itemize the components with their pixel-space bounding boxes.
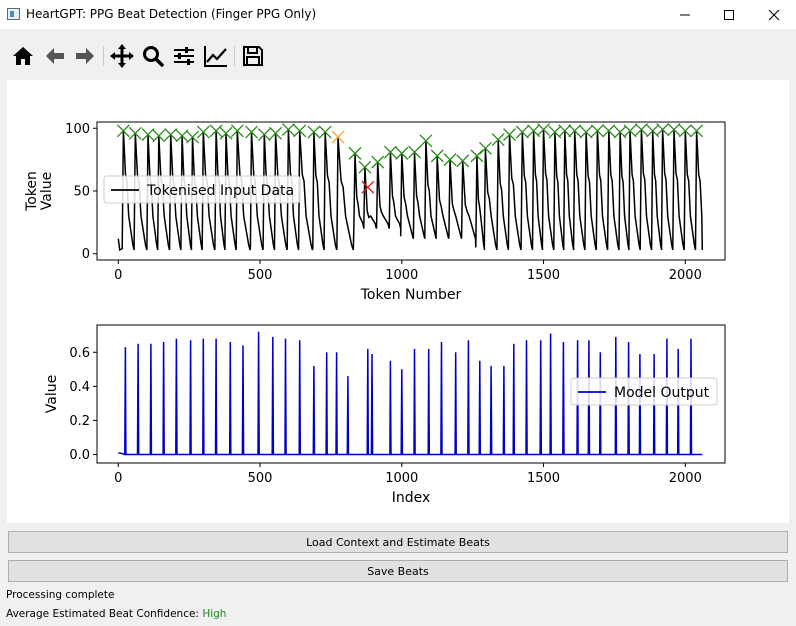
x-axis-label: Index: [392, 490, 431, 506]
edit-axes-button[interactable]: [202, 42, 230, 70]
maximize-icon: [724, 9, 734, 20]
subplots-button[interactable]: [170, 42, 198, 70]
confidence-status: Average Estimated Beat Confidence: High: [6, 608, 226, 620]
y-tick-label: 0.2: [69, 414, 90, 429]
home-button[interactable]: [9, 42, 37, 70]
x-tick-label: 0: [114, 471, 122, 486]
confidence-label: Average Estimated Beat Confidence:: [6, 608, 203, 620]
app-window-icon: [7, 8, 20, 20]
zoom-icon: [143, 46, 164, 67]
load-context-button[interactable]: Load Context and Estimate Beats: [8, 531, 788, 553]
save-figure-button[interactable]: [239, 42, 267, 70]
forward-arrow-icon: [76, 48, 94, 64]
figure-canvas[interactable]: 0 500 1000 1500 2000 0 50 100 Token Number Token V…: [7, 80, 789, 523]
legend-label: Tokenised Input Data: [146, 183, 294, 199]
y-tick-label: 0.0: [69, 448, 90, 463]
minimize-button[interactable]: [662, 0, 708, 29]
app-window: HeartGPT: PPG Beat Detection (Finger PPG…: [0, 0, 796, 626]
y-tick-label: 100: [65, 122, 90, 137]
x-tick-label: 1000: [385, 471, 418, 486]
x-tick-label: 2000: [669, 471, 702, 486]
minimize-icon: [680, 14, 690, 15]
legend-label: Model Output: [614, 385, 710, 401]
confidence-value: High: [202, 608, 227, 620]
y-axis-label: Value: [39, 172, 55, 210]
pan-button[interactable]: [108, 42, 136, 70]
back-arrow-icon: [46, 48, 64, 64]
save-icon: [243, 46, 263, 66]
y-tick-label: 50: [73, 185, 90, 200]
close-icon: [768, 9, 780, 20]
x-tick-label: 500: [248, 268, 273, 283]
toolbar-separator: [234, 46, 235, 66]
x-tick-label: 2000: [669, 268, 702, 283]
y-axis-label: Token: [24, 171, 40, 212]
x-tick-label: 500: [248, 471, 273, 486]
x-tick-label: 1500: [527, 471, 560, 486]
y-axis-label: Value: [44, 375, 60, 413]
toolbar-separator: [103, 46, 104, 66]
window-title: HeartGPT: PPG Beat Detection (Finger PPG…: [26, 7, 317, 21]
zoom-button[interactable]: [139, 42, 167, 70]
x-tick-label: 0: [114, 268, 122, 283]
processing-status: Processing complete: [6, 589, 115, 601]
y-tick-label: 0.6: [69, 346, 90, 361]
close-button[interactable]: [751, 0, 796, 29]
figure-svg: 0 500 1000 1500 2000050100Token NumberToken V…: [24, 121, 726, 506]
save-beats-button[interactable]: Save Beats: [8, 560, 788, 582]
maximize-button[interactable]: [706, 0, 752, 29]
pan-icon: [110, 44, 134, 68]
y-tick-label: 0: [82, 247, 90, 262]
forward-button[interactable]: [71, 42, 99, 70]
navigation-toolbar: [0, 38, 796, 76]
x-tick-label: 1500: [527, 268, 560, 283]
title-bar: HeartGPT: PPG Beat Detection (Finger PPG…: [0, 0, 796, 29]
y-tick-label: 0.4: [69, 380, 90, 395]
x-tick-label: 1000: [385, 268, 418, 283]
home-icon: [13, 47, 33, 65]
subplots-icon: [174, 47, 194, 65]
x-axis-label: Token Number: [360, 287, 462, 303]
edit-axes-icon: [204, 46, 227, 67]
back-button[interactable]: [41, 42, 69, 70]
